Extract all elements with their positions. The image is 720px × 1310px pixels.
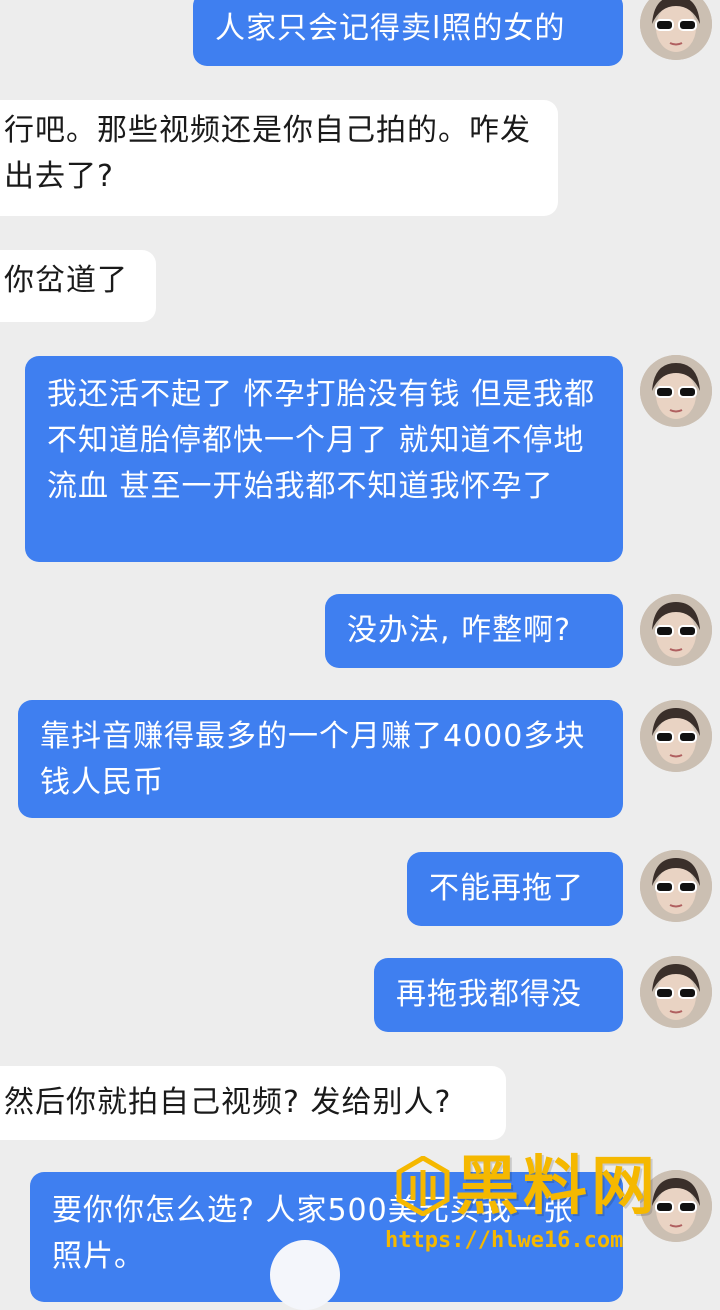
message-bubble-outgoing[interactable]: 不能再拖了	[407, 852, 623, 926]
avatar[interactable]	[640, 0, 712, 60]
watermark-url: https://hlwe16.com	[385, 1228, 624, 1253]
avatar[interactable]	[640, 850, 712, 922]
user-avatar-sunglasses-icon	[640, 700, 712, 772]
message-bubble-incoming[interactable]: 你岔道了	[0, 250, 156, 322]
watermark: 黑料网 https://hlwe16.com	[385, 1150, 715, 1270]
message-bubble-outgoing[interactable]: 人家只会记得卖l照的女的	[193, 0, 623, 66]
user-avatar-sunglasses-icon	[640, 355, 712, 427]
avatar[interactable]	[640, 700, 712, 772]
watermark-brand: 黑料网	[455, 1150, 659, 1224]
message-bubble-outgoing[interactable]: 靠抖音赚得最多的一个月赚了4000多块钱人民币	[18, 700, 623, 818]
watermark-logo-icon	[396, 1156, 450, 1216]
message-bubble-incoming[interactable]: 然后你就拍自己视频? 发给别人?	[0, 1066, 506, 1140]
user-avatar-sunglasses-icon	[640, 850, 712, 922]
message-bubble-outgoing[interactable]: 我还活不起了 怀孕打胎没有钱 但是我都不知道胎停都快一个月了 就知道不停地流血 …	[25, 356, 623, 562]
user-avatar-sunglasses-icon	[640, 956, 712, 1028]
avatar[interactable]	[640, 594, 712, 666]
user-avatar-sunglasses-icon	[640, 0, 712, 60]
message-bubble-outgoing[interactable]: 再拖我都得没	[374, 958, 623, 1032]
message-bubble-incoming[interactable]: 行吧。那些视频还是你自己拍的。咋发出去了?	[0, 100, 558, 216]
scroll-indicator	[270, 1240, 340, 1310]
avatar[interactable]	[640, 355, 712, 427]
message-bubble-outgoing[interactable]: 没办法, 咋整啊?	[325, 594, 623, 668]
avatar[interactable]	[640, 956, 712, 1028]
user-avatar-sunglasses-icon	[640, 594, 712, 666]
